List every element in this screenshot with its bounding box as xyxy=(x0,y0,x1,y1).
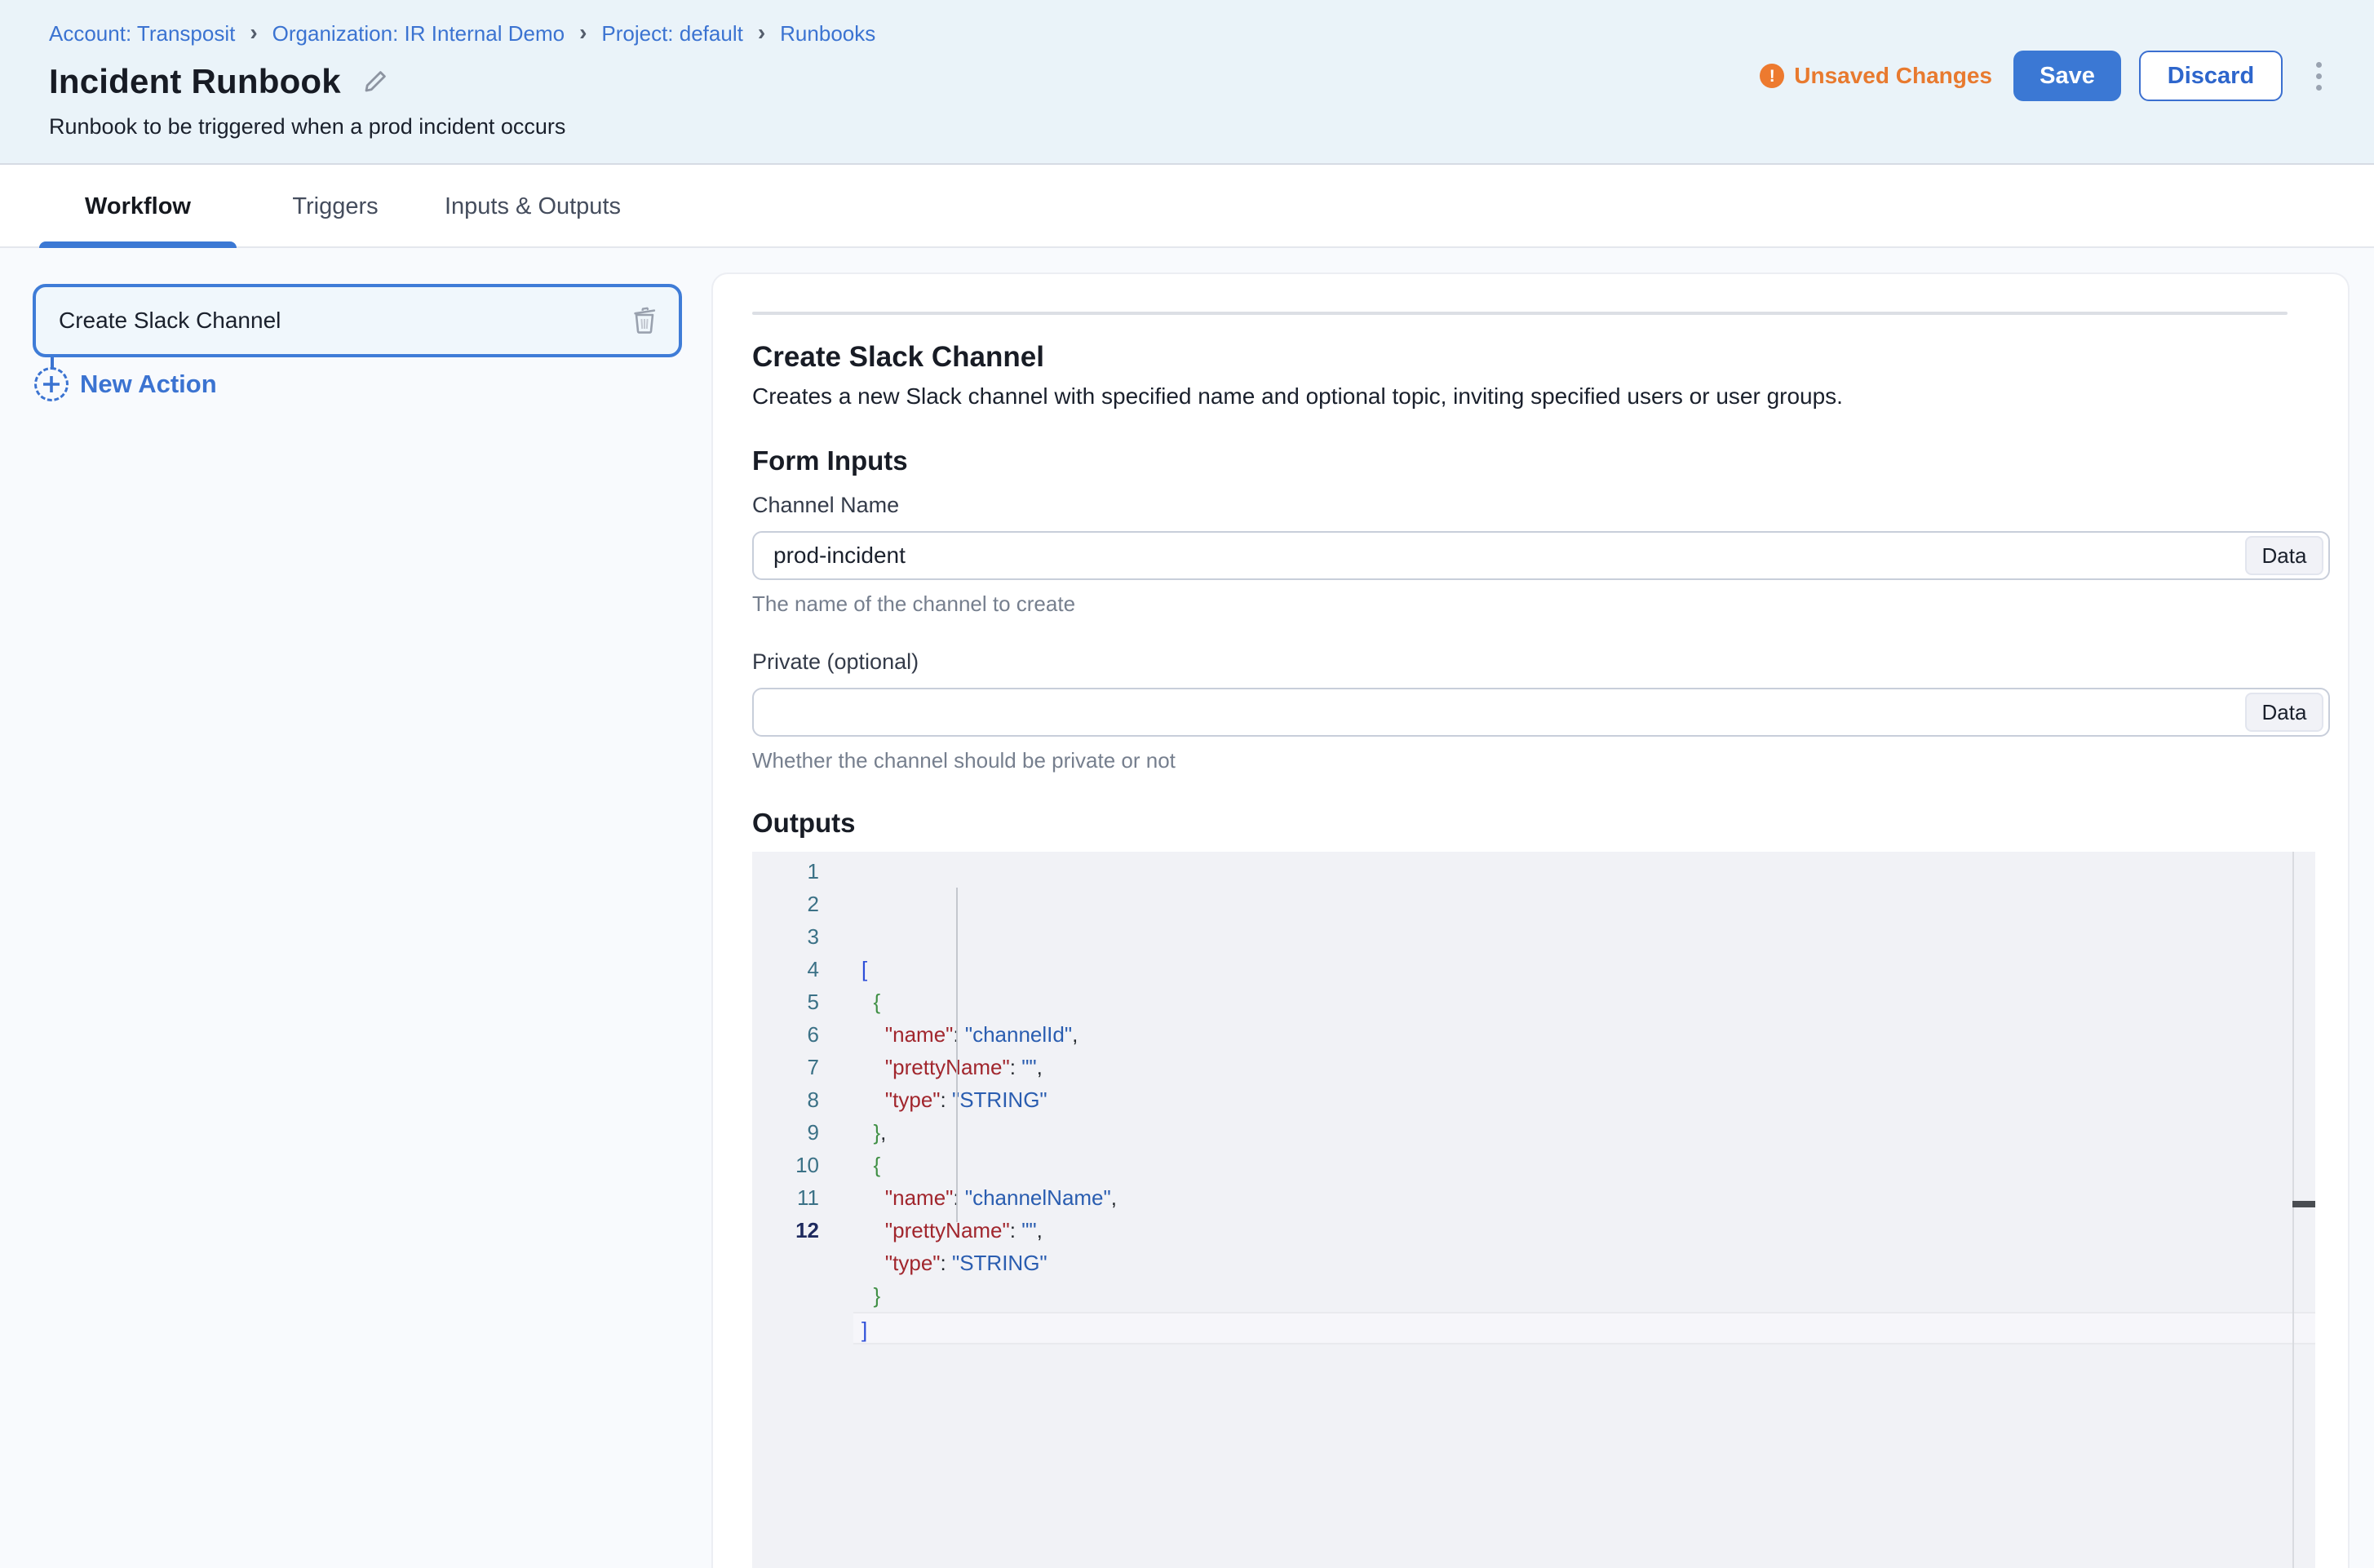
line-number: 4 xyxy=(752,953,819,986)
discard-button[interactable]: Discard xyxy=(2139,51,2283,101)
line-number: 7 xyxy=(752,1051,819,1083)
line-number: 1 xyxy=(752,855,819,888)
code-line: { xyxy=(861,986,2315,1018)
channel-name-label: Channel Name xyxy=(752,493,2348,518)
line-number: 3 xyxy=(752,920,819,953)
page-header: Account: Transposit › Organization: IR I… xyxy=(0,0,2374,165)
save-button[interactable]: Save xyxy=(2013,51,2121,101)
channel-name-input[interactable] xyxy=(754,533,2245,578)
channel-name-data-button[interactable]: Data xyxy=(2245,536,2323,575)
private-input[interactable] xyxy=(754,689,2245,735)
channel-name-help: The name of the channel to create xyxy=(752,591,2348,617)
code-line: "prettyName": "", xyxy=(861,1051,2315,1083)
editor-scrollbar-thumb[interactable] xyxy=(2292,1201,2315,1207)
page: Account: Transposit › Organization: IR I… xyxy=(0,0,2374,1568)
warning-icon: ! xyxy=(1760,64,1784,88)
tab-inputs-outputs-label: Inputs & Outputs xyxy=(445,193,621,220)
code-line: { xyxy=(861,1149,2315,1181)
unsaved-changes-label: Unsaved Changes xyxy=(1794,63,1992,89)
tab-triggers-label: Triggers xyxy=(292,193,378,220)
breadcrumb-account[interactable]: Account: Transposit xyxy=(49,21,235,47)
private-data-button[interactable]: Data xyxy=(2245,693,2323,732)
tab-bar: Workflow Triggers Inputs & Outputs xyxy=(0,165,2374,248)
action-detail-description: Creates a new Slack channel with specifi… xyxy=(752,383,2348,410)
breadcrumb-chevron-icon: › xyxy=(250,21,257,44)
active-tab-underline xyxy=(39,241,237,248)
tab-workflow-label: Workflow xyxy=(85,193,191,220)
code-line: "name": "channelName", xyxy=(861,1181,2315,1214)
overflow-menu-icon[interactable] xyxy=(2304,51,2333,101)
breadcrumb-chevron-icon: › xyxy=(579,21,587,44)
private-help: Whether the channel should be private or… xyxy=(752,748,2348,773)
code-line: "prettyName": "", xyxy=(861,1214,2315,1247)
tab-workflow[interactable]: Workflow xyxy=(39,165,237,248)
code-line: "type": "STRING" xyxy=(861,1083,2315,1116)
channel-name-input-row: Data xyxy=(752,531,2330,580)
private-label: Private (optional) xyxy=(752,649,2348,675)
code-line: [ xyxy=(861,953,2315,986)
line-number: 10 xyxy=(752,1149,819,1181)
line-number: 9 xyxy=(752,1116,819,1149)
line-number: 2 xyxy=(752,888,819,920)
new-action-button[interactable]: New Action xyxy=(34,367,217,401)
line-number: 11 xyxy=(752,1181,819,1214)
workflow-step-create-slack-channel[interactable]: Create Slack Channel xyxy=(33,284,682,357)
outputs-code-editor[interactable]: 123456789101112 [ { "name": "channelId",… xyxy=(752,852,2315,1568)
line-number: 5 xyxy=(752,986,819,1018)
editor-gutter: 123456789101112 xyxy=(752,852,853,1568)
code-line: "name": "channelId", xyxy=(861,1018,2315,1051)
page-title: Incident Runbook xyxy=(49,62,341,101)
unsaved-changes-status: ! Unsaved Changes xyxy=(1760,63,1992,89)
edit-title-pencil-icon[interactable] xyxy=(362,69,388,95)
editor-code: [ { "name": "channelId", "prettyName": "… xyxy=(853,852,2315,1568)
breadcrumb-chevron-icon: › xyxy=(758,21,765,44)
action-detail-heading: Create Slack Channel xyxy=(752,341,2348,374)
delete-step-trash-icon[interactable] xyxy=(620,296,669,345)
code-line: } xyxy=(861,1279,2315,1312)
breadcrumb-organization[interactable]: Organization: IR Internal Demo xyxy=(272,21,565,47)
breadcrumb: Account: Transposit › Organization: IR I… xyxy=(49,21,875,47)
form-inputs-heading: Form Inputs xyxy=(752,445,2348,476)
line-number: 8 xyxy=(752,1083,819,1116)
breadcrumb-runbooks[interactable]: Runbooks xyxy=(780,21,875,47)
editor-indent-guide xyxy=(956,888,958,1222)
code-line: ] xyxy=(853,1312,2315,1344)
plus-icon xyxy=(34,367,69,401)
tab-triggers[interactable]: Triggers xyxy=(237,165,434,248)
runbook-subtitle: Runbook to be triggered when a prod inci… xyxy=(49,114,565,140)
private-input-row: Data xyxy=(752,688,2330,737)
line-number: 12 xyxy=(752,1214,819,1247)
workflow-step-label: Create Slack Channel xyxy=(36,308,620,334)
code-line: "type": "STRING" xyxy=(861,1247,2315,1279)
outputs-heading: Outputs xyxy=(752,808,2348,839)
detail-top-divider xyxy=(752,312,2288,315)
tab-inputs-outputs[interactable]: Inputs & Outputs xyxy=(434,165,631,248)
code-line: }, xyxy=(861,1116,2315,1149)
new-action-label: New Action xyxy=(80,370,217,399)
editor-ruler-line xyxy=(2292,852,2294,1568)
breadcrumb-project[interactable]: Project: default xyxy=(601,21,742,47)
action-detail-panel: Create Slack Channel Creates a new Slack… xyxy=(711,272,2350,1568)
line-number: 6 xyxy=(752,1018,819,1051)
